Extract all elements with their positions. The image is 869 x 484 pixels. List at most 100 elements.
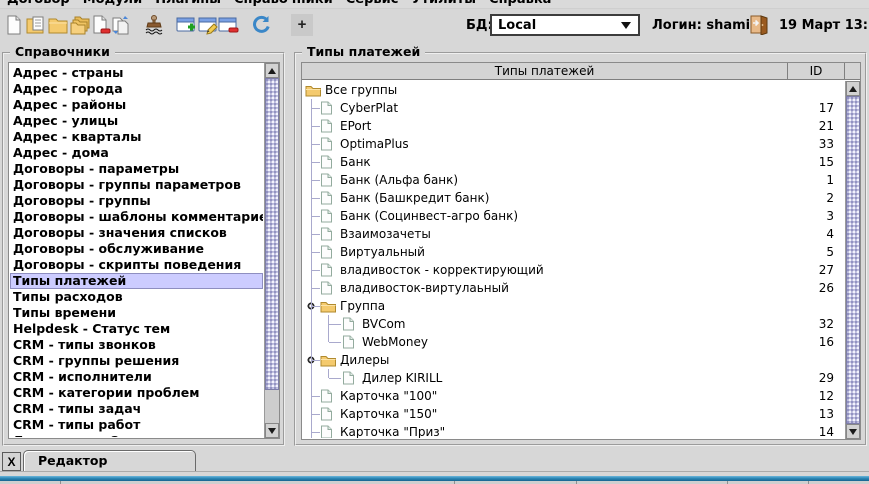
list-item[interactable]: CRM - типы задач (10, 401, 263, 417)
tree-row[interactable]: Карточка "Приз" 14 (303, 423, 844, 438)
list-item[interactable]: Договоры - группы (10, 193, 263, 209)
directories-scrollbar[interactable] (264, 63, 279, 438)
menu-item[interactable]: Справочники (234, 0, 333, 8)
list-item[interactable]: Адрес - улицы (10, 113, 263, 129)
list-item[interactable]: Документы - Статусы (10, 433, 263, 437)
tree-row[interactable]: Банк (Социнвест-агро банк) 3 (303, 207, 844, 225)
new-document-button[interactable] (2, 13, 26, 37)
tab-directory-editor[interactable]: Редактор справочников (23, 450, 196, 471)
tree-row[interactable]: Карточка "100" 12 (303, 387, 844, 405)
list-item[interactable]: CRM - категории проблем (10, 385, 263, 401)
open-folder-button[interactable] (46, 13, 70, 37)
tree-row[interactable]: Банк (Альфа банк) 1 (303, 171, 844, 189)
table-header: Типы платежей ID (302, 63, 860, 80)
scroll-up-button[interactable] (265, 63, 279, 78)
directories-list: Адрес - страныАдрес - городаАдрес - райо… (10, 65, 263, 437)
login-label: Логин: shamil (652, 18, 755, 33)
refresh-button[interactable] (249, 13, 273, 37)
list-item[interactable]: Адрес - страны (10, 65, 263, 81)
close-tab-button[interactable]: X (2, 452, 21, 471)
tree-item-icon (320, 191, 336, 205)
menu-item[interactable]: Модули (83, 0, 142, 8)
tree-row[interactable]: WebMoney 16 (303, 333, 844, 351)
tree-item-id: 15 (800, 155, 844, 169)
list-item[interactable]: Типы платежей (10, 273, 263, 289)
tree-connector (305, 405, 320, 423)
tree-row[interactable]: BVCom 32 (303, 315, 844, 333)
tree-scrollbar[interactable] (845, 81, 860, 439)
tree-row[interactable]: Банк (Башкредит банк) 2 (303, 189, 844, 207)
scroll-up-button[interactable] (846, 81, 860, 96)
tree-row[interactable]: Банк 15 (303, 153, 844, 171)
menu-item[interactable]: Утилиты (411, 0, 476, 8)
tree-item-id: 26 (800, 281, 844, 295)
tree-item-id: 27 (800, 263, 844, 277)
tree-item-label: OptimaPlus (340, 137, 409, 151)
tree-row[interactable]: Все группы (303, 81, 844, 99)
stamp-button[interactable] (142, 13, 166, 37)
tree-connector (305, 153, 320, 171)
folder-document-button[interactable] (24, 13, 48, 37)
datetime-label: 19 Март 13:2 (779, 18, 869, 33)
list-item[interactable]: Договоры - параметры (10, 161, 263, 177)
list-item[interactable]: Адрес - кварталы (10, 129, 263, 145)
list-item[interactable]: Договоры - шаблоны комментариев (10, 209, 263, 225)
tree-connector (305, 117, 320, 135)
menu-item[interactable]: Договор (7, 0, 70, 8)
db-selected-value: Local (492, 18, 621, 33)
list-item[interactable]: Договоры - скрипты поведения (10, 257, 263, 273)
add-record-button[interactable] (174, 13, 198, 37)
scrollbar-thumb[interactable] (846, 96, 860, 424)
tree-rows: Все группы CyberPlat 17 (303, 81, 844, 438)
tree-connector (305, 369, 320, 387)
tree-item-icon (320, 425, 336, 438)
tree-row[interactable]: Карточка "150" 13 (303, 405, 844, 423)
tree-row[interactable]: Виртуальный 5 (303, 243, 844, 261)
scroll-down-button[interactable] (265, 423, 279, 438)
list-item[interactable]: CRM - типы работ (10, 417, 263, 433)
logout-button[interactable] (749, 14, 770, 35)
tree-item-label: владивосток-виртулаьный (340, 281, 509, 295)
list-item[interactable]: CRM - исполнители (10, 369, 263, 385)
tree-item-icon (305, 83, 321, 97)
menu-item[interactable]: Сервис (346, 0, 399, 8)
tree-row[interactable]: владивосток-виртулаьный 26 (303, 279, 844, 297)
list-item[interactable]: Типы времени (10, 305, 263, 321)
list-item[interactable]: Helpdesk - Статус тем (10, 321, 263, 337)
list-item[interactable]: Типы расходов (10, 289, 263, 305)
menu-item[interactable]: Плагины (155, 0, 221, 8)
list-item[interactable]: CRM - типы звонков (10, 337, 263, 353)
sync-documents-button[interactable] (109, 13, 133, 37)
tree-row[interactable]: Группа (303, 297, 844, 315)
menu-item[interactable]: Справка (489, 0, 551, 8)
scrollbar-thumb[interactable] (265, 78, 279, 390)
tree-item-id: 2 (800, 191, 844, 205)
list-item[interactable]: Адрес - города (10, 81, 263, 97)
tree-item-icon (342, 317, 358, 331)
list-item[interactable]: Договоры - обслуживание (10, 241, 263, 257)
list-item[interactable]: Договоры - группы параметров (10, 177, 263, 193)
tree-item-id: 14 (800, 425, 844, 438)
tree-item-id: 21 (800, 119, 844, 133)
list-item[interactable]: Адрес - дома (10, 145, 263, 161)
list-item[interactable]: Адрес - районы (10, 97, 263, 113)
column-header-name[interactable]: Типы платежей (302, 63, 788, 79)
column-header-id[interactable]: ID (788, 63, 845, 79)
tree-row[interactable]: CyberPlat 17 (303, 99, 844, 117)
list-item[interactable]: Договоры - значения списков (10, 225, 263, 241)
tree-item-id: 32 (800, 317, 844, 331)
tree-row[interactable]: OptimaPlus 33 (303, 135, 844, 153)
triangle-up-icon (849, 86, 857, 92)
tree-connector (305, 279, 320, 297)
add-tab-button[interactable]: + (291, 14, 313, 36)
tree-connector (305, 99, 320, 117)
delete-record-button[interactable] (216, 13, 240, 37)
tree-row[interactable]: Дилеры (303, 351, 844, 369)
tree-row[interactable]: Дилер KIRILL 29 (303, 369, 844, 387)
tree-row[interactable]: EPort 21 (303, 117, 844, 135)
db-select[interactable]: Local (490, 14, 640, 36)
list-item[interactable]: CRM - группы решения (10, 353, 263, 369)
tree-row[interactable]: Взаимозачеты 4 (303, 225, 844, 243)
scroll-down-button[interactable] (846, 424, 860, 439)
tree-row[interactable]: владивосток - корректирующий 27 (303, 261, 844, 279)
